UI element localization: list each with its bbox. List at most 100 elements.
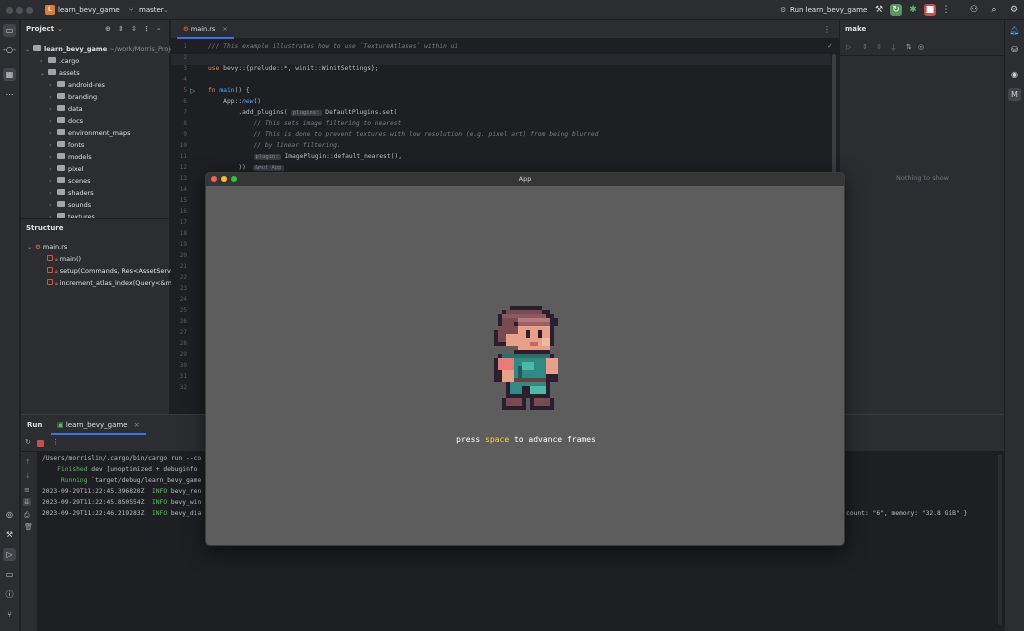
tree-item[interactable]: › data	[49, 103, 83, 115]
print-icon[interactable]: ⎙	[24, 511, 30, 520]
tree-item[interactable]: › shaders	[49, 187, 94, 199]
collapse-icon[interactable]: ⇳	[876, 43, 882, 51]
close-icon[interactable]: ×	[134, 421, 140, 429]
structure-item[interactable]: 🔒︎ increment_atlas_index(Query<&mu	[47, 277, 176, 289]
hide-icon[interactable]: –	[157, 25, 161, 33]
project-panel-title[interactable]: Project	[26, 25, 54, 33]
app-minimize-button[interactable]	[221, 176, 227, 182]
stop-icon[interactable]	[37, 440, 44, 447]
chevron-down-icon[interactable]: ⌄	[113, 6, 119, 14]
app-close-button[interactable]	[211, 176, 217, 182]
message-key: space	[485, 435, 510, 444]
more-horizontal-icon[interactable]: ⋯	[3, 88, 16, 101]
arrow-down-icon[interactable]: ↓	[25, 472, 31, 480]
window-close-dot[interactable]	[6, 7, 13, 14]
project-switcher[interactable]: learn_bevy_game	[58, 6, 120, 14]
soft-wrap-icon[interactable]: ≡	[24, 486, 30, 494]
tab-main-rs[interactable]: ⚙ main.rs ×	[177, 20, 234, 39]
trash-icon[interactable]: 🗑︎	[24, 523, 33, 531]
tree-item[interactable]: › fonts	[49, 139, 84, 151]
expand-icon[interactable]: ⇕	[862, 43, 868, 51]
more-vertical-icon[interactable]: ⋮	[52, 438, 59, 446]
more-vertical-icon[interactable]: ⋮	[823, 25, 831, 34]
build-icon[interactable]: ⚒	[3, 528, 16, 541]
chevron-down-icon[interactable]: ⌄	[163, 6, 169, 14]
chevron-down-icon[interactable]: ⌄	[27, 242, 35, 254]
structure-item[interactable]: 🔒︎ main()	[47, 253, 81, 265]
notifications-icon[interactable]: 🔔︎	[1008, 24, 1021, 37]
settings-gear-icon[interactable]: ⚙	[1008, 4, 1020, 16]
tree-item[interactable]: › android-res	[49, 79, 105, 91]
rerun-icon[interactable]: ↻	[890, 4, 902, 16]
run-scrollbar[interactable]	[998, 455, 1002, 625]
scroll-to-end-icon[interactable]: ⇊	[23, 498, 31, 506]
run-icon[interactable]: ▷	[846, 43, 851, 51]
tree-root[interactable]: ⌄ learn_bevy_game ~/work/Morris_Projec	[25, 43, 178, 55]
chevron-down-icon[interactable]: ⌄	[860, 6, 866, 14]
make-icon[interactable]: M	[1008, 88, 1021, 101]
arrow-up-icon[interactable]: ↑	[25, 458, 31, 466]
options-icon[interactable]: ⋮	[143, 25, 150, 33]
filter-icon[interactable]: ⏚	[890, 43, 897, 53]
search-icon[interactable]: ⌕	[988, 4, 1000, 16]
build-hammer-icon[interactable]: ⚒	[873, 4, 885, 16]
tree-item[interactable]: › pixel	[49, 163, 83, 175]
line-number: 14	[179, 186, 187, 193]
line-number: 29	[179, 351, 187, 358]
tree-item[interactable]: › scenes	[49, 175, 90, 187]
app-instruction-text: press space to advance frames	[206, 435, 844, 444]
structure-item-label: main()	[59, 255, 82, 263]
inspection-ok-icon[interactable]: ✓	[827, 42, 833, 50]
run-gutter-icon[interactable]: ▷	[190, 87, 195, 95]
problems-icon[interactable]: ⓘ	[3, 588, 16, 601]
add-user-icon[interactable]: ⚇	[968, 4, 980, 16]
project-folder-icon[interactable]: ▭	[3, 24, 16, 37]
tree-item[interactable]: › branding	[49, 91, 97, 103]
run-tool-icon[interactable]: ▷	[3, 548, 16, 561]
tree-item-label: sounds	[68, 201, 92, 209]
app-window-titlebar[interactable]: App	[206, 173, 844, 186]
code-token: DefaultPlugins.set(	[325, 109, 398, 116]
log-level: INFO	[151, 510, 168, 517]
commit-icon[interactable]: -○-	[3, 43, 16, 56]
tree-item[interactable]: › docs	[49, 115, 83, 127]
tree-item[interactable]: › environment_maps	[49, 127, 130, 139]
window-zoom-dot[interactable]	[26, 7, 33, 14]
structure-icon[interactable]: ▦	[3, 68, 16, 81]
log-status: Running	[60, 477, 88, 484]
run-configuration-selector[interactable]: Run learn_bevy_game	[790, 6, 867, 14]
close-icon[interactable]: ×	[222, 25, 227, 33]
debug-bug-icon[interactable]: ✱	[907, 4, 919, 16]
bevy-app-window[interactable]: App press space to advance frames	[205, 172, 845, 546]
show-icon[interactable]: ◎	[918, 43, 924, 51]
rerun-icon[interactable]: ↻	[25, 438, 31, 446]
chevron-down-icon[interactable]: ⌄	[40, 68, 48, 80]
chevron-down-icon[interactable]: ⌄	[57, 25, 63, 33]
tree-item-label: fonts	[68, 141, 85, 149]
line-number: 9	[183, 131, 187, 138]
locate-icon[interactable]: ⊕	[105, 25, 111, 33]
folder-icon	[57, 153, 65, 159]
git-icon[interactable]: ⑂	[3, 608, 16, 621]
window-minimize-dot[interactable]	[16, 7, 23, 14]
chevron-down-icon[interactable]: ⌄	[25, 44, 33, 56]
app-zoom-button[interactable]	[231, 176, 237, 182]
sort-icon[interactable]: ⇅	[906, 43, 912, 51]
collapse-all-icon[interactable]: ⇳	[131, 25, 137, 33]
terminal-icon[interactable]: ▭	[3, 568, 16, 581]
database-icon[interactable]: ⛁	[1008, 43, 1021, 56]
copilot-icon[interactable]: ◉	[1008, 68, 1021, 81]
code-line: .add_plugins(	[208, 109, 288, 116]
services-icon[interactable]: ◎	[3, 508, 16, 521]
tree-item[interactable]: › sounds	[49, 199, 91, 211]
tree-item[interactable]: ⌄ assets	[40, 67, 80, 79]
expand-all-icon[interactable]: ⇕	[118, 25, 124, 33]
stop-icon[interactable]: ■	[924, 4, 936, 16]
tree-item[interactable]: › models	[49, 151, 92, 163]
tree-item[interactable]: › .cargo	[40, 55, 79, 67]
structure-file-row[interactable]: ⌄ ⚙ main.rs	[27, 241, 67, 253]
tab-run-config[interactable]: ▣ learn_bevy_game ×	[51, 415, 146, 435]
structure-item[interactable]: 🔒︎ setup(Commands, Res<AssetServe	[47, 265, 175, 277]
more-vertical-icon[interactable]: ⋮	[940, 4, 952, 16]
branch-switcher[interactable]: master	[139, 6, 164, 14]
